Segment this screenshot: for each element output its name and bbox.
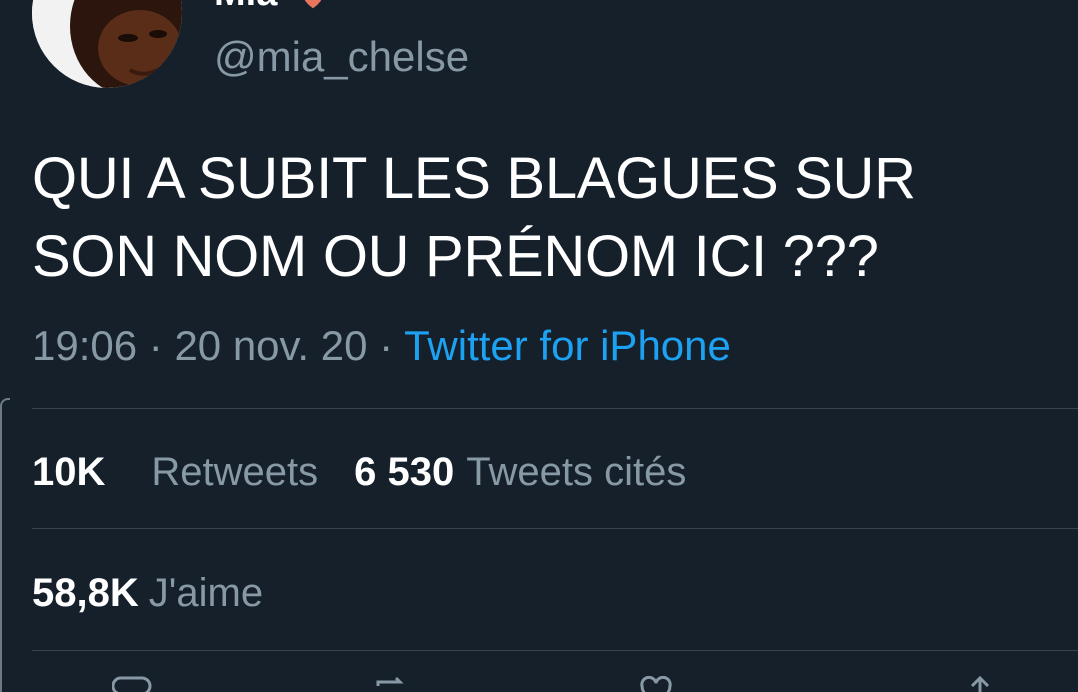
meta-separator: · bbox=[137, 322, 175, 369]
quotes-label: Tweets cités bbox=[466, 450, 687, 494]
heart-emoji-icon bbox=[304, 0, 322, 9]
retweets-count: 10K bbox=[32, 450, 106, 494]
divider bbox=[32, 528, 1078, 529]
likes-count: 58,8K bbox=[32, 571, 139, 615]
display-name[interactable]: Mia bbox=[214, 0, 277, 12]
tweet-time[interactable]: 19:06 bbox=[32, 322, 137, 369]
tweet-source-link[interactable]: Twitter for iPhone bbox=[404, 322, 731, 369]
likes-stats-row[interactable]: 58,8K J'aime bbox=[32, 568, 263, 618]
tweet-text-line-2: SON NOM OU PRÉNOM ICI ??? bbox=[32, 224, 879, 289]
divider bbox=[32, 650, 1078, 651]
author-handle[interactable]: @mia_chelse bbox=[214, 32, 469, 82]
retweet-icon[interactable] bbox=[372, 676, 412, 692]
avatar-photo bbox=[32, 0, 182, 88]
likes-label: J'aime bbox=[148, 571, 264, 615]
tweet-meta: 19:06 · 20 nov. 20 · Twitter for iPhone bbox=[32, 320, 731, 372]
retweet-stats-row: 10K Retweets 6 530 Tweets cités bbox=[32, 447, 686, 497]
tweet-text: QUI A SUBIT LES BLAGUES SUR SON NOM OU P… bbox=[32, 140, 1052, 296]
retweets-label: Retweets bbox=[151, 450, 319, 494]
share-icon[interactable] bbox=[960, 676, 1000, 692]
avatar[interactable] bbox=[32, 0, 182, 88]
reply-icon[interactable] bbox=[112, 676, 152, 692]
quotes-count: 6 530 bbox=[354, 450, 455, 494]
retweets-stat[interactable]: 10K Retweets bbox=[32, 450, 318, 494]
divider bbox=[32, 408, 1078, 409]
left-edge-border bbox=[0, 398, 10, 692]
tweet-text-line-1: QUI A SUBIT LES BLAGUES SUR bbox=[32, 146, 916, 211]
meta-separator: · bbox=[367, 322, 405, 369]
like-icon[interactable] bbox=[636, 676, 676, 692]
tweet-date[interactable]: 20 nov. 20 bbox=[174, 322, 367, 369]
quotes-stat[interactable]: 6 530 Tweets cités bbox=[354, 450, 686, 494]
